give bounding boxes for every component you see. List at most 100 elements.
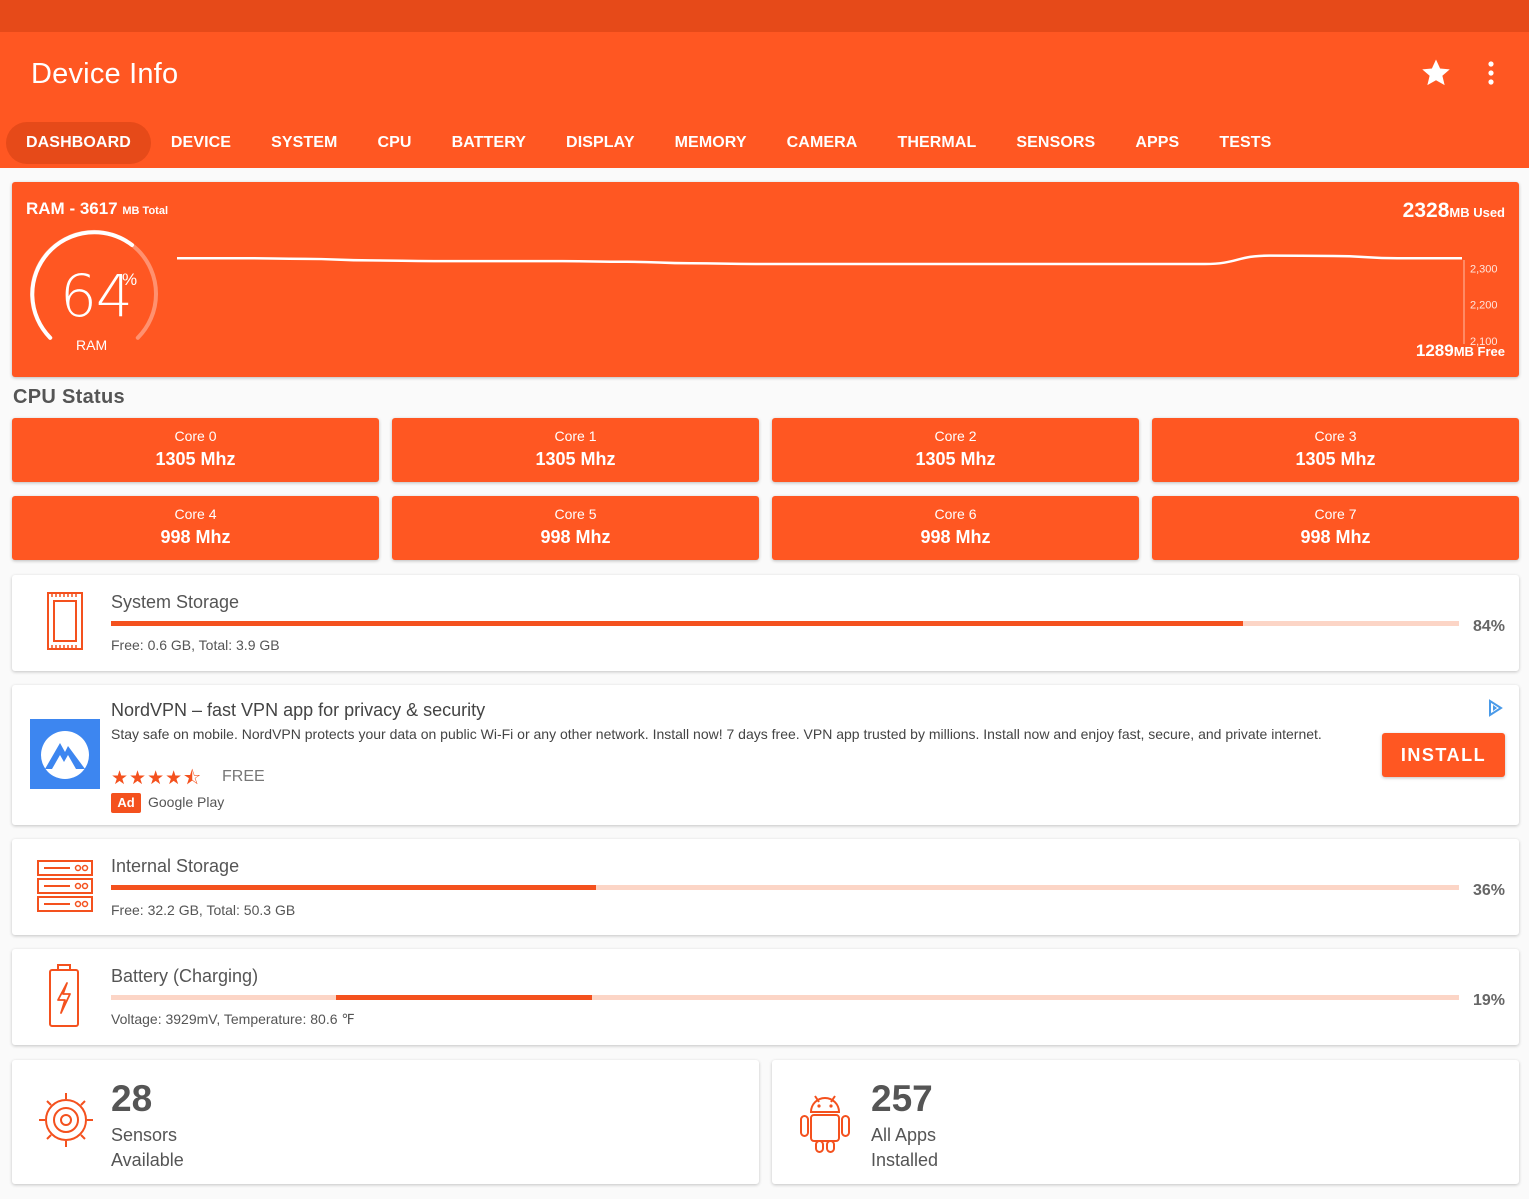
ram-total-value: RAM - 3617: [26, 199, 118, 218]
sensor-icon: [39, 1093, 93, 1147]
internal-storage-bar: [111, 885, 1459, 890]
battery-details: Voltage: 3929mV, Temperature: 80.6 ℉: [111, 1011, 355, 1027]
tab-dashboard[interactable]: DASHBOARD: [6, 122, 151, 164]
server-storage-icon: [37, 860, 93, 912]
apps-label: All Apps: [871, 1125, 937, 1145]
ad-price: FREE: [222, 768, 265, 785]
ad-description: Stay safe on mobile. NordVPN protects yo…: [111, 726, 1322, 742]
apps-card[interactable]: 257 All Apps Installed: [772, 1060, 1519, 1184]
system-storage-bar: [111, 621, 1459, 626]
tab-tests[interactable]: TESTS: [1199, 122, 1291, 164]
core-frequency: 1305 Mhz: [535, 449, 616, 469]
core-frequency: 998 Mhz: [160, 527, 231, 547]
battery-card[interactable]: Battery (Charging) 19% Voltage: 3929mV, …: [12, 949, 1519, 1045]
mountain-icon: [41, 731, 89, 779]
ram-total-unit: MB Total: [122, 205, 168, 217]
tab-battery[interactable]: BATTERY: [432, 122, 546, 164]
battery-percent: 19%: [1472, 992, 1505, 1009]
sensors-card[interactable]: 28 Sensors Available: [12, 1060, 759, 1184]
cpu-core-card[interactable]: Core 7 998 Mhz: [1152, 496, 1519, 560]
tab-camera[interactable]: CAMERA: [767, 122, 878, 164]
system-storage-bar-fill: [111, 621, 1244, 626]
tab-bar: DASHBOARD DEVICE SYSTEM CPU BATTERY DISP…: [6, 122, 1291, 164]
star-icon[interactable]: [1419, 56, 1453, 90]
core-name: Core 7: [1314, 506, 1357, 522]
cpu-core-card[interactable]: Core 6 998 Mhz: [772, 496, 1139, 560]
core-name: Core 3: [1314, 428, 1357, 444]
cpu-status-title: CPU Status: [13, 386, 125, 408]
ad-card[interactable]: NordVPN – fast VPN app for privacy & sec…: [12, 685, 1519, 825]
core-frequency: 998 Mhz: [920, 527, 991, 547]
install-button[interactable]: INSTALL: [1382, 733, 1505, 777]
system-storage-title: System Storage: [111, 592, 240, 612]
y-tick-label: 2,300: [1470, 263, 1498, 275]
tab-sensors[interactable]: SENSORS: [996, 122, 1115, 164]
battery-bar: [111, 995, 1459, 1000]
core-name: Core 2: [934, 428, 977, 444]
status-bar: [0, 0, 1529, 32]
core-frequency: 1305 Mhz: [1295, 449, 1376, 469]
ram-usage-line: [177, 254, 1462, 266]
core-name: Core 4: [174, 506, 217, 522]
ram-card[interactable]: RAM - 3617 MB Total 2328MB Used 64 % RAM…: [12, 182, 1519, 377]
y-tick-label: 2,200: [1470, 300, 1498, 312]
core-name: Core 6: [934, 506, 977, 522]
core-name: Core 0: [174, 428, 217, 444]
battery-title: Battery (Charging): [111, 966, 259, 986]
sensors-label: Sensors: [111, 1125, 178, 1145]
core-name: Core 1: [554, 428, 597, 444]
tab-cpu[interactable]: CPU: [357, 122, 431, 164]
cpu-core-card[interactable]: Core 4 998 Mhz: [12, 496, 379, 560]
internal-storage-title: Internal Storage: [111, 856, 240, 876]
tab-memory[interactable]: MEMORY: [655, 122, 767, 164]
apps-count: 257: [871, 1078, 933, 1119]
ram-free-unit: MB Free: [1453, 344, 1505, 359]
sensors-sublabel: Available: [111, 1150, 184, 1170]
tab-thermal[interactable]: THERMAL: [877, 122, 996, 164]
core-frequency: 1305 Mhz: [915, 449, 996, 469]
ram-usage-chart: 2,3002,2002,100: [177, 254, 1498, 348]
ram-gauge-label: RAM: [76, 337, 108, 353]
apps-sublabel: Installed: [871, 1150, 939, 1170]
ad-rating-stars: ★★★★⯪: [111, 768, 203, 789]
internal-storage-card[interactable]: Internal Storage 36% Free: 32.2 GB, Tota…: [12, 839, 1519, 935]
battery-charging-icon: [49, 964, 79, 1027]
sd-card-icon: [47, 592, 83, 650]
sensors-count: 28: [111, 1078, 153, 1119]
ram-percent-symbol: %: [122, 270, 138, 289]
android-icon: [800, 1095, 850, 1153]
cpu-core-card[interactable]: Core 5 998 Mhz: [392, 496, 759, 560]
internal-storage-percent: 36%: [1472, 882, 1505, 899]
adchoices-icon[interactable]: [1486, 699, 1504, 717]
cpu-core-card[interactable]: Core 2 1305 Mhz: [772, 418, 1139, 482]
ad-badge: Ad: [111, 793, 141, 813]
ram-used-unit: MB Used: [1449, 205, 1505, 220]
app-title: Device Info: [31, 58, 179, 90]
ram-free-label: 1289MB Free: [1416, 341, 1505, 361]
cpu-core-card[interactable]: Core 0 1305 Mhz: [12, 418, 379, 482]
nordvpn-logo[interactable]: [30, 719, 100, 789]
cpu-core-card[interactable]: Core 3 1305 Mhz: [1152, 418, 1519, 482]
system-storage-card[interactable]: System Storage 84% Free: 0.6 GB, Total: …: [12, 575, 1519, 671]
cpu-core-card[interactable]: Core 1 1305 Mhz: [392, 418, 759, 482]
ram-total-label: RAM - 3617 MB Total: [26, 199, 168, 219]
system-storage-details: Free: 0.6 GB, Total: 3.9 GB: [111, 637, 280, 653]
tab-device[interactable]: DEVICE: [151, 122, 251, 164]
ad-store-name: Google Play: [148, 794, 225, 810]
internal-storage-bar-fill: [111, 885, 597, 890]
core-frequency: 998 Mhz: [1300, 527, 1371, 547]
ram-used-label: 2328MB Used: [1403, 199, 1505, 223]
app-bar: Device Info DASHBOARD DEVICE SYSTEM CPU …: [0, 32, 1529, 168]
more-vert-icon[interactable]: [1478, 56, 1504, 90]
battery-bar-fill: [336, 995, 593, 1000]
tab-system[interactable]: SYSTEM: [251, 122, 357, 164]
core-frequency: 1305 Mhz: [155, 449, 236, 469]
core-frequency: 998 Mhz: [540, 527, 611, 547]
ad-title[interactable]: NordVPN – fast VPN app for privacy & sec…: [111, 700, 485, 721]
ram-used-value: 2328: [1402, 199, 1450, 222]
system-storage-percent: 84%: [1472, 618, 1505, 635]
internal-storage-details: Free: 32.2 GB, Total: 50.3 GB: [111, 902, 296, 918]
tab-apps[interactable]: APPS: [1115, 122, 1199, 164]
tab-display[interactable]: DISPLAY: [546, 122, 655, 164]
core-name: Core 5: [554, 506, 597, 522]
